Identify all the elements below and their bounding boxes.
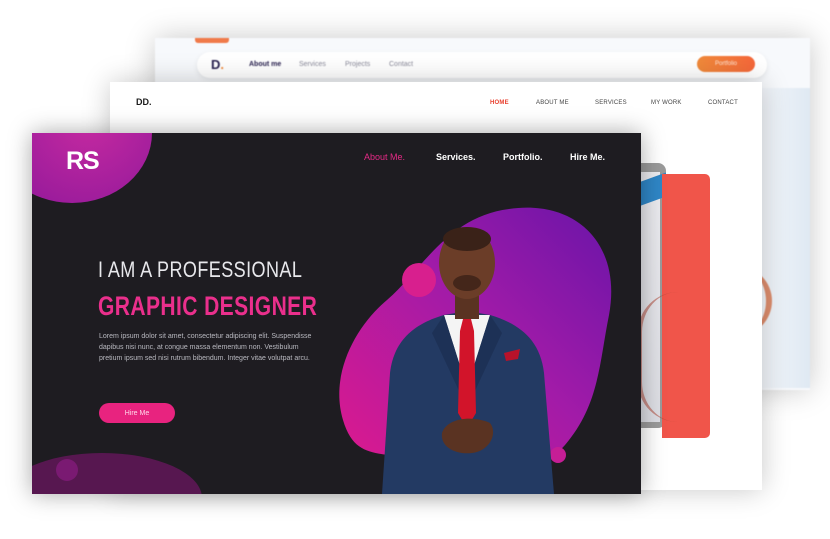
hero-description: Lorem ipsum dolor sit amet, consectetur …	[99, 333, 312, 362]
back-logo[interactable]: D.	[211, 57, 224, 72]
front-nav-about[interactable]: About Me.	[364, 152, 405, 162]
front-website-mockup: RS About Me. Services. Portfolio. Hire M…	[32, 133, 641, 494]
mid-logo[interactable]: DD.	[136, 97, 152, 107]
mid-nav-home[interactable]: HOME	[490, 100, 509, 106]
front-nav-hire[interactable]: Hire Me.	[570, 152, 605, 162]
mid-photo-subject	[638, 292, 682, 422]
mid-nav-contact[interactable]: CONTACT	[708, 100, 738, 106]
back-navbar: D. About me Services Projects Contact Po…	[197, 52, 767, 78]
front-logo[interactable]: RS	[66, 147, 100, 176]
front-nav-services[interactable]: Services.	[436, 152, 476, 162]
purple-dot	[56, 459, 78, 481]
mid-nav-work[interactable]: MY WORK	[651, 100, 682, 106]
hero-headline: I AM A PROFESSIONAL	[98, 257, 303, 282]
hero-title: GRAPHIC DESIGNER	[98, 291, 318, 321]
mid-nav-services[interactable]: SERVICES	[595, 100, 627, 106]
mid-nav-about[interactable]: ABOUT ME	[536, 100, 569, 106]
back-nav-projects[interactable]: Projects	[345, 61, 370, 68]
hire-me-button[interactable]: Hire Me	[99, 403, 175, 423]
back-nav-contact[interactable]: Contact	[389, 61, 413, 68]
portfolio-button[interactable]: Portfolio	[697, 56, 755, 72]
back-nav-about[interactable]: About me	[249, 61, 281, 68]
back-nav-services[interactable]: Services	[299, 61, 326, 68]
front-nav-portfolio[interactable]: Portfolio.	[503, 152, 543, 162]
designer-portrait	[382, 227, 554, 494]
top-accent-bar	[195, 38, 229, 43]
